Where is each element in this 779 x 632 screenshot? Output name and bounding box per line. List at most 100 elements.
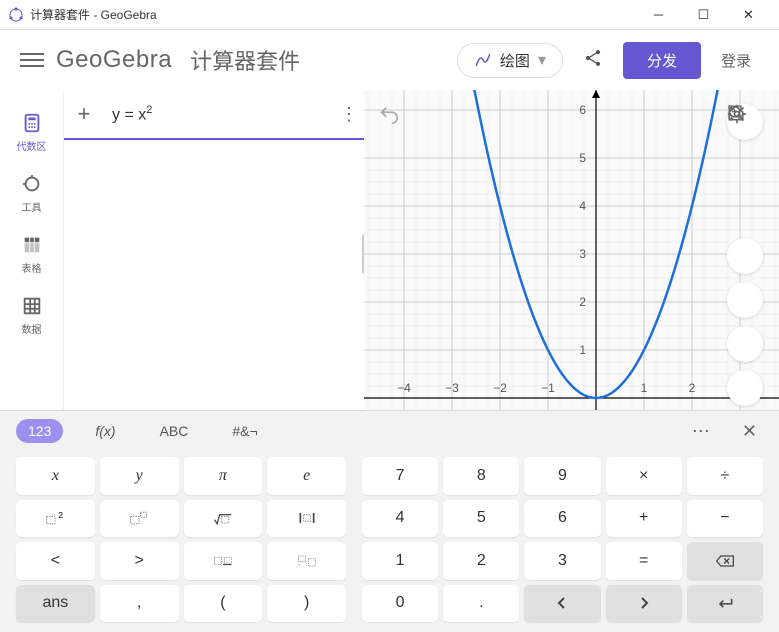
- key-≥[interactable]: ▫: [267, 542, 346, 580]
- svg-text:3: 3: [579, 247, 586, 261]
- virtual-keyboard: 123 f(x) ABC #&¬ ⋯ ✕ xyπe2<>▫ans,() 789×…: [0, 410, 779, 632]
- nav-table[interactable]: 表格: [0, 224, 63, 285]
- kb-tab-symbols[interactable]: #&¬: [220, 419, 269, 443]
- svg-text:−2: −2: [493, 381, 507, 395]
- key-√▫[interactable]: [184, 500, 263, 538]
- close-button[interactable]: ✕: [726, 0, 771, 30]
- mode-dropdown[interactable]: 绘图 ▾: [457, 43, 563, 78]
- key-×[interactable]: ×: [606, 457, 682, 495]
- key-,[interactable]: ,: [100, 585, 179, 623]
- key-▫²[interactable]: 2: [16, 500, 95, 538]
- keyboard-grid: xyπe2<>▫ans,() 789×÷456+−123=0.: [0, 451, 779, 632]
- mode-label: 绘图: [500, 50, 530, 71]
- left-nav: 代数区 工具 表格 数据: [0, 90, 64, 410]
- spreadsheet-icon: [21, 295, 43, 317]
- key-8[interactable]: 8: [443, 457, 519, 495]
- window-titlebar: 计算器套件 - GeoGebra ─ ☐ ✕: [0, 0, 779, 30]
- key-3[interactable]: 3: [524, 542, 600, 580]
- key-0[interactable]: 0: [362, 585, 438, 623]
- key->[interactable]: >: [100, 542, 179, 580]
- svg-text:2: 2: [59, 510, 64, 520]
- equation-more-button[interactable]: ⋮: [334, 104, 364, 125]
- key-([interactable]: (: [184, 585, 263, 623]
- nav-label: 表格: [22, 260, 42, 275]
- login-button[interactable]: 登录: [713, 42, 759, 79]
- key-5[interactable]: 5: [443, 500, 519, 538]
- nav-data[interactable]: 数据: [0, 285, 63, 346]
- key-+[interactable]: +: [606, 500, 682, 538]
- window-title: 计算器套件 - GeoGebra: [30, 6, 157, 23]
- maximize-button[interactable]: ☐: [681, 0, 726, 30]
- suite-title: 计算器套件: [190, 44, 300, 76]
- add-equation-button[interactable]: +: [64, 101, 104, 127]
- fullscreen-icon: [727, 104, 743, 120]
- share-icon: [583, 48, 603, 68]
- key-2[interactable]: 2: [443, 542, 519, 580]
- app-header: GeoGebra 计算器套件 绘图 ▾ 分发 登录: [0, 30, 779, 90]
- share-button[interactable]: [575, 40, 611, 81]
- zoom-out-button[interactable]: [727, 326, 763, 362]
- key-9[interactable]: 9: [524, 457, 600, 495]
- undo-icon: [378, 104, 400, 126]
- keyboard-tabs: 123 f(x) ABC #&¬ ⋯ ✕: [0, 411, 779, 451]
- svg-text:▫: ▫: [298, 562, 300, 568]
- svg-text:5: 5: [579, 151, 586, 165]
- nav-label: 代数区: [17, 138, 47, 153]
- fullscreen-button[interactable]: [727, 370, 763, 406]
- svg-text:4: 4: [579, 199, 586, 213]
- key-4[interactable]: 4: [362, 500, 438, 538]
- key-x[interactable]: x: [16, 457, 95, 495]
- calculator-icon: [21, 112, 43, 134]
- nav-label: 工具: [22, 199, 42, 214]
- key-π[interactable]: π: [184, 457, 263, 495]
- key-▫▫[interactable]: [100, 500, 179, 538]
- chevron-down-icon: ▾: [538, 50, 546, 70]
- svg-text:6: 6: [579, 103, 586, 117]
- kb-tab-fx[interactable]: f(x): [83, 419, 127, 443]
- key-)[interactable]: ): [267, 585, 346, 623]
- svg-text:1: 1: [579, 343, 586, 357]
- key-÷[interactable]: ÷: [687, 457, 763, 495]
- key-−[interactable]: −: [687, 500, 763, 538]
- graph-controls: [727, 104, 763, 406]
- key-=[interactable]: =: [606, 542, 682, 580]
- svg-text:−4: −4: [397, 381, 411, 395]
- key-y[interactable]: y: [100, 457, 179, 495]
- graph-view[interactable]: −4−3−2−1123123456: [364, 90, 779, 410]
- equation-display[interactable]: y = x2: [104, 104, 334, 124]
- menu-button[interactable]: [20, 49, 44, 71]
- key-|▫|[interactable]: [267, 500, 346, 538]
- keyboard-left-panel: xyπe 2 <> ▫ ans,(): [16, 457, 346, 622]
- nav-algebra[interactable]: 代数区: [0, 102, 63, 163]
- equation-row[interactable]: + y = x2 ⋮: [64, 90, 364, 140]
- key-≤[interactable]: [184, 542, 263, 580]
- kb-tab-abc[interactable]: ABC: [148, 419, 201, 443]
- key-⌫[interactable]: [687, 542, 763, 580]
- key-<[interactable]: <: [16, 542, 95, 580]
- keyboard-close-button[interactable]: ✕: [736, 415, 763, 448]
- key-6[interactable]: 6: [524, 500, 600, 538]
- zoom-in-button[interactable]: [727, 282, 763, 318]
- key-.[interactable]: .: [443, 585, 519, 623]
- key-›[interactable]: [606, 585, 682, 623]
- keyboard-right-panel: 789×÷ 456+− 123= 0.: [362, 457, 763, 622]
- key-7[interactable]: 7: [362, 457, 438, 495]
- svg-text:1: 1: [641, 381, 648, 395]
- key-‹[interactable]: [524, 585, 600, 623]
- key-↵[interactable]: [687, 585, 763, 623]
- table-icon: [21, 234, 43, 256]
- minimize-button[interactable]: ─: [636, 0, 681, 30]
- key-1[interactable]: 1: [362, 542, 438, 580]
- publish-button[interactable]: 分发: [623, 42, 701, 79]
- main-content: 代数区 工具 表格 数据 + y = x2 ⋮ −4−3−2−112312345…: [0, 90, 779, 410]
- graph-canvas[interactable]: −4−3−2−1123123456: [364, 90, 779, 410]
- key-ans[interactable]: ans: [16, 585, 95, 623]
- key-e[interactable]: e: [267, 457, 346, 495]
- algebra-panel: + y = x2 ⋮: [64, 90, 364, 410]
- nav-tools[interactable]: 工具: [0, 163, 63, 224]
- svg-text:−3: −3: [445, 381, 459, 395]
- svg-text:2: 2: [689, 381, 696, 395]
- home-button[interactable]: [727, 238, 763, 274]
- keyboard-more-button[interactable]: ⋯: [686, 415, 716, 448]
- kb-tab-123[interactable]: 123: [16, 419, 63, 443]
